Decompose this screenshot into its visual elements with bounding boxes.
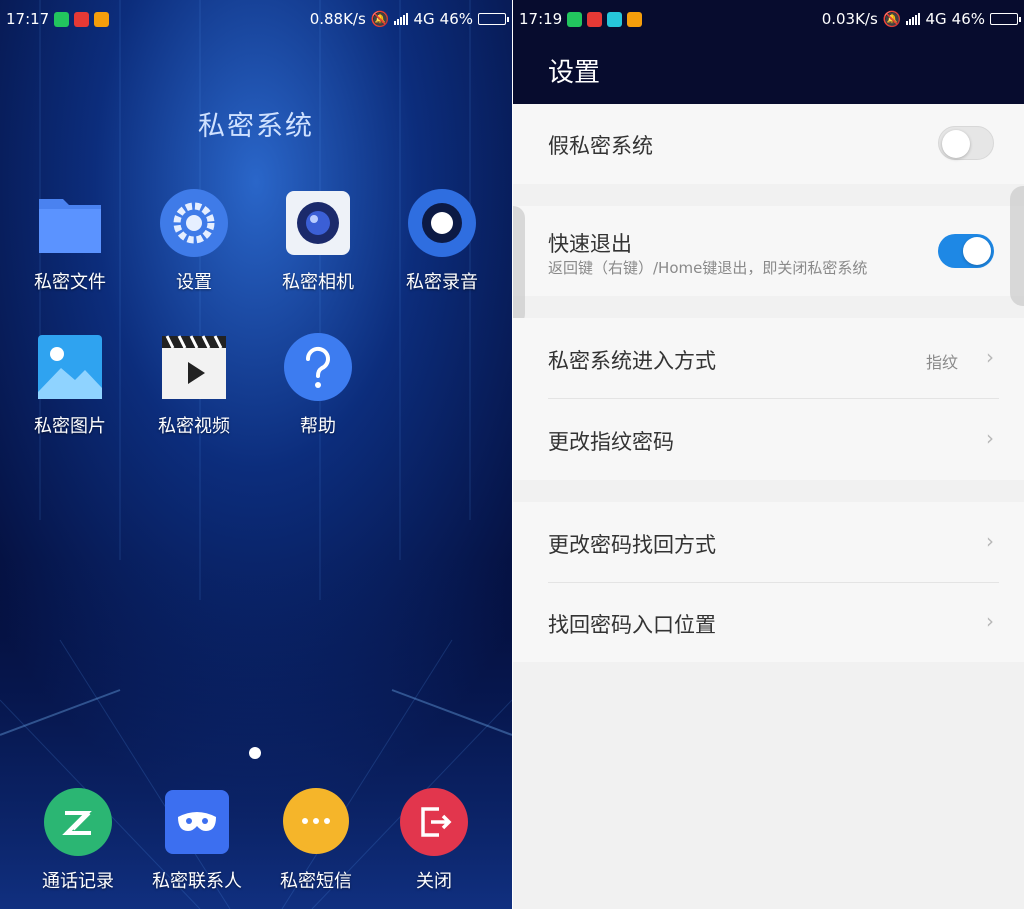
- change-recovery-method-row[interactable]: 更改密码找回方式 ›: [513, 502, 1024, 582]
- row-title: 更改密码找回方式: [548, 533, 716, 557]
- settings-group: 快速退出 返回键（右键）/Home键退出，即关闭私密系统: [513, 186, 1024, 326]
- app-notification-icon: [587, 11, 603, 27]
- home-title: 私密系统: [198, 111, 314, 142]
- scan-icon: [607, 11, 623, 27]
- chevron-right-icon: ›: [986, 345, 994, 369]
- dock-private-messages[interactable]: 私密短信: [256, 787, 376, 893]
- help-icon: [283, 332, 353, 402]
- mute-icon: 🔕: [370, 10, 390, 28]
- app-help[interactable]: 帮助: [258, 332, 378, 438]
- call-log-icon: [43, 787, 113, 857]
- change-fingerprint-password-row[interactable]: 更改指纹密码 ›: [513, 399, 1024, 480]
- app-settings[interactable]: 设置: [134, 188, 254, 294]
- mute-icon: 🔕: [882, 10, 902, 28]
- quick-exit-row[interactable]: 快速退出 返回键（右键）/Home键退出，即关闭私密系统: [513, 206, 1024, 296]
- shield-icon: [54, 11, 70, 27]
- settings-header: 17:19 0.03K/s 🔕 4G 46% 设置: [513, 0, 1024, 104]
- network-type: 4G: [925, 10, 947, 28]
- settings-group: 私密系统进入方式 指纹 › 更改指纹密码 ›: [513, 318, 1024, 480]
- row-title: 快速退出: [548, 232, 632, 256]
- clock: 17:17: [6, 10, 50, 28]
- folder-icon: [35, 188, 105, 258]
- page-indicator: [249, 747, 261, 759]
- battery-percent: 46%: [951, 10, 985, 28]
- app-label: 设置: [176, 272, 212, 293]
- app-label: 私密文件: [34, 272, 106, 293]
- battery-icon: [478, 13, 509, 25]
- signal-icon: [394, 13, 409, 25]
- chevron-right-icon: ›: [986, 529, 994, 553]
- fake-system-toggle[interactable]: [938, 126, 994, 160]
- status-bar: 17:17 0.88K/s 🔕 4G 46%: [0, 0, 512, 38]
- app-notification-icon: [74, 11, 90, 27]
- row-subtitle: 返回键（右键）/Home键退出，即关闭私密系统: [548, 259, 868, 277]
- app-label: 私密相机: [282, 272, 354, 293]
- app-label: 私密联系人: [152, 871, 242, 892]
- battery-icon: [990, 13, 1021, 25]
- app-label: 关闭: [416, 871, 452, 892]
- app-label: 私密图片: [34, 416, 106, 437]
- app-label: 帮助: [300, 416, 336, 437]
- mask-contacts-icon: [162, 787, 232, 857]
- video-icon: [159, 332, 229, 402]
- battery-percent: 46%: [439, 10, 473, 28]
- app-private-camera[interactable]: 私密相机: [258, 188, 378, 294]
- app-private-pictures[interactable]: 私密图片: [10, 332, 130, 438]
- dock-private-contacts[interactable]: 私密联系人: [137, 787, 257, 893]
- row-title: 私密系统进入方式: [548, 349, 716, 373]
- fake-private-system-row[interactable]: 假私密系统: [513, 104, 1024, 184]
- status-bar: 17:19 0.03K/s 🔕 4G 46%: [513, 0, 1024, 38]
- row-title: 更改指纹密码: [548, 430, 674, 454]
- app-private-recorder[interactable]: 私密录音: [382, 188, 502, 294]
- row-title: 找回密码入口位置: [548, 613, 716, 637]
- chevron-right-icon: ›: [986, 609, 994, 633]
- settings-group: 假私密系统: [513, 104, 1024, 184]
- signal-icon: [906, 13, 921, 25]
- app-label: 通话记录: [42, 871, 114, 892]
- exit-icon: [399, 787, 469, 857]
- entry-method-row[interactable]: 私密系统进入方式 指纹 ›: [513, 318, 1024, 398]
- private-system-home-screen: 17:17 0.88K/s 🔕 4G 46% 私密系统 私密文件 设置 私密相机…: [0, 0, 512, 909]
- dock-close[interactable]: 关闭: [374, 787, 494, 893]
- edge-handle: [513, 206, 525, 326]
- settings-screen: 17:19 0.03K/s 🔕 4G 46% 设置 假私密系统 快速退出 返回键…: [513, 0, 1024, 909]
- app-label: 私密短信: [280, 871, 352, 892]
- app-label: 私密视频: [158, 416, 230, 437]
- app-private-videos[interactable]: 私密视频: [134, 332, 254, 438]
- settings-group: 更改密码找回方式 › 找回密码入口位置 ›: [513, 502, 1024, 662]
- chevron-right-icon: ›: [986, 426, 994, 450]
- row-title: 假私密系统: [548, 134, 653, 158]
- gear-icon: [159, 188, 229, 258]
- app-label: 私密录音: [406, 272, 478, 293]
- dock-call-log[interactable]: 通话记录: [18, 787, 138, 893]
- recovery-entry-location-row[interactable]: 找回密码入口位置 ›: [513, 583, 1024, 662]
- network-speed: 0.88K/s: [309, 10, 366, 28]
- recorder-icon: [407, 188, 477, 258]
- bag-icon: [94, 11, 110, 27]
- picture-icon: [35, 332, 105, 402]
- edge-handle: [1010, 186, 1024, 306]
- message-icon: [281, 787, 351, 857]
- page-title: 设置: [548, 58, 601, 88]
- quick-exit-toggle[interactable]: [938, 234, 994, 268]
- row-value: 指纹: [925, 353, 958, 372]
- network-type: 4G: [413, 10, 435, 28]
- network-speed: 0.03K/s: [821, 10, 878, 28]
- clock: 17:19: [519, 10, 563, 28]
- camera-icon: [283, 188, 353, 258]
- shield-icon: [567, 11, 583, 27]
- bag-icon: [627, 11, 643, 27]
- app-private-files[interactable]: 私密文件: [10, 188, 130, 294]
